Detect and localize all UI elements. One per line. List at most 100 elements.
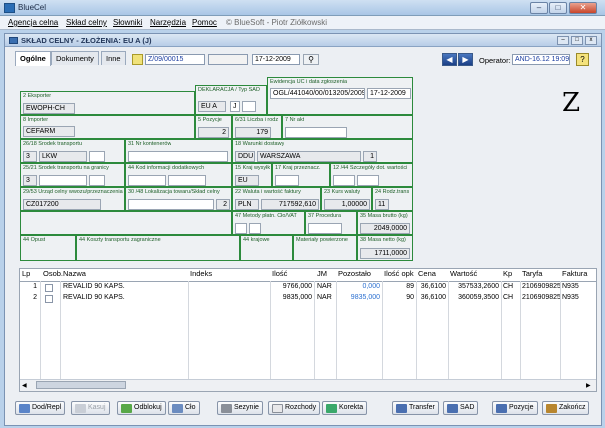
liczba-field[interactable]: 179 [235, 127, 271, 138]
col-header-osob[interactable]: Osob. [43, 269, 63, 281]
clo-label: Cło [185, 404, 196, 411]
rozchody-button[interactable]: Rozchody [268, 401, 321, 415]
child-close-button[interactable]: x [585, 36, 597, 45]
col-header-lp[interactable]: Lp [22, 269, 30, 281]
col-header-kp[interactable]: Kp [503, 269, 512, 281]
granica-field-3[interactable] [89, 175, 105, 186]
granica-field-2[interactable] [39, 175, 87, 186]
urzad-field[interactable]: CZ017200 [23, 199, 101, 210]
tab-ogolne[interactable]: Ogólne [15, 51, 51, 66]
operator-field[interactable]: AND-16.12 19:09 [512, 54, 570, 65]
lokalizacja-field-2[interactable]: 2 [216, 199, 230, 210]
col-header-pozostalo[interactable]: Pozostało [338, 269, 371, 281]
lokalizacja-field[interactable] [128, 199, 214, 210]
pozycje-field[interactable]: 2 [198, 127, 229, 138]
col-header-nazwa[interactable]: Nazwa [63, 269, 86, 281]
kod-field-2[interactable] [168, 175, 206, 186]
pozycje-button[interactable]: Pozycje [492, 401, 538, 415]
scroll-left-icon[interactable]: ◀ [22, 382, 27, 389]
col-header-jm[interactable]: JM [317, 269, 327, 281]
child-maximize-button[interactable]: □ [571, 36, 583, 45]
procedura-field[interactable] [308, 223, 342, 234]
osob-checkbox[interactable] [45, 295, 53, 303]
metody-field-1[interactable] [235, 223, 247, 234]
doc-number-extra[interactable] [208, 54, 248, 65]
close-button[interactable]: ✕ [569, 2, 597, 14]
binoculars-icon[interactable]: ⚲ [303, 54, 319, 65]
szczegoly-field[interactable] [333, 175, 355, 186]
nrakt-box: 7 Nr akt [282, 115, 413, 139]
menu-sklad-celny[interactable]: Skład celny [66, 18, 107, 27]
nrakt-field[interactable] [285, 127, 347, 138]
srodek-field-3[interactable] [89, 151, 105, 162]
menu-pomoc[interactable]: Pomoc [192, 18, 217, 27]
menu-agencja-celna[interactable]: Agencja celna [8, 18, 58, 27]
maximize-button[interactable]: □ [549, 2, 567, 14]
warunki-field-2[interactable]: WARSZAWA [257, 151, 361, 162]
menu-slowniki[interactable]: Słowniki [113, 18, 142, 27]
sad-button[interactable]: SAD [443, 401, 479, 415]
scroll-right-icon[interactable]: ▶ [586, 382, 591, 389]
scrollbar-thumb[interactable] [36, 381, 126, 389]
minimize-button[interactable]: – [530, 2, 548, 14]
kurs-field[interactable]: 1,00000 [324, 199, 370, 210]
sezynie-button[interactable]: Sezynie [217, 401, 263, 415]
ewidencja-data-field[interactable]: 17-12-2009 [367, 88, 411, 99]
przeznacz-field[interactable] [275, 175, 299, 186]
wartosc-faktury-field[interactable]: 717592,610 [261, 199, 319, 210]
transfer-button[interactable]: Transfer [392, 401, 439, 415]
opust-label: 44 Opust [23, 237, 46, 243]
col-header-wartosc[interactable]: Wartość [450, 269, 477, 281]
tab-dokumenty[interactable]: Dokumenty [51, 51, 99, 65]
items-table[interactable]: Lp Osob. Nazwa Indeks Ilość JM Pozostało… [19, 268, 597, 392]
korekta-label: Korekta [339, 404, 364, 411]
netto-field[interactable]: 1711,0000 [360, 248, 410, 259]
child-minimize-button[interactable]: – [557, 36, 569, 45]
doc-number-field[interactable]: Z/09/00015 [145, 54, 205, 65]
tool-icon [221, 404, 232, 413]
col-header-faktura[interactable]: Faktura [562, 269, 587, 281]
doc-date-field[interactable]: 17-12-2009 [252, 54, 300, 65]
waluta-field[interactable]: PLN [235, 199, 259, 210]
table-row[interactable]: 1 REVALID 90 KAPS. 9766,000 NAR 0,000 89… [20, 283, 596, 294]
ewidencja-nr-field[interactable]: OGL/441040/00/013205/2009 [270, 88, 365, 99]
metody-field-2[interactable] [249, 223, 261, 234]
deklaracja-field-3[interactable] [242, 101, 256, 112]
next-record-button[interactable]: ▶ [458, 53, 473, 66]
importer-field[interactable]: CEFARM [23, 126, 75, 137]
help-icon[interactable]: ? [576, 53, 589, 66]
srodek-field-1[interactable]: 3 [23, 151, 37, 162]
col-header-cena[interactable]: Cena [418, 269, 436, 281]
srodek-field-2[interactable]: LKW [39, 151, 87, 162]
brutto-field[interactable]: 2049,0000 [360, 223, 410, 234]
osob-checkbox[interactable] [45, 284, 53, 292]
kontener-field[interactable] [128, 151, 228, 162]
clo-button[interactable]: Cło [168, 401, 200, 415]
kod-field[interactable] [128, 175, 166, 186]
col-header-ilosc-opk[interactable]: Ilość opk [384, 269, 414, 281]
table-row[interactable]: 2 REVALID 90 KAPS. 9835,000 NAR 9835,000… [20, 294, 596, 305]
app-title: BlueCel [18, 3, 47, 12]
deklaracja-field-2[interactable]: J [230, 101, 240, 112]
rodz-field[interactable]: 11 [375, 199, 389, 210]
szczegoly-field-2[interactable] [357, 175, 379, 186]
dod-repl-button[interactable]: Dod/Repl [15, 401, 66, 415]
eksporter-field[interactable]: EWOPH-CH [23, 103, 75, 114]
warunki-field-3[interactable]: 1 [363, 151, 377, 162]
odblokuj-label: Odblokuj [134, 404, 162, 411]
col-header-ilosc[interactable]: Ilość [272, 269, 287, 281]
odblokuj-button[interactable]: Odblokuj [117, 401, 166, 415]
menu-narzedzia[interactable]: Narzędzia [150, 18, 186, 27]
kraj-field[interactable]: EU [235, 175, 259, 186]
col-header-taryfa[interactable]: Taryfa [522, 269, 542, 281]
deklaracja-field-1[interactable]: EU A [198, 101, 226, 112]
netto-label: 38 Masa netto (kg) [360, 237, 406, 243]
tab-inne[interactable]: Inne [101, 51, 126, 65]
kasuj-button[interactable]: Kasuj [71, 401, 110, 415]
korekta-button[interactable]: Korekta [322, 401, 368, 415]
warunki-field-1[interactable]: DDU [235, 151, 255, 162]
zakoncz-button[interactable]: Zakończ [542, 401, 590, 415]
col-header-indeks[interactable]: Indeks [190, 269, 212, 281]
granica-field-1[interactable]: 3 [23, 175, 37, 186]
previous-record-button[interactable]: ◀ [442, 53, 457, 66]
